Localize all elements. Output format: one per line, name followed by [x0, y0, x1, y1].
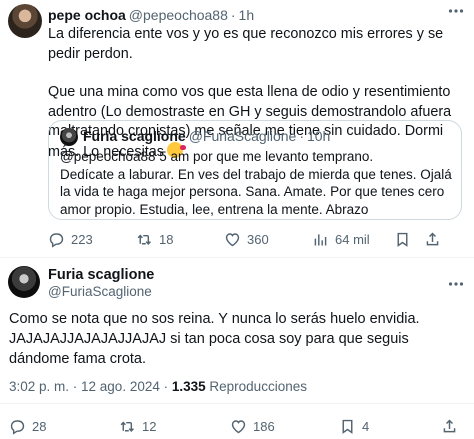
like-button[interactable]: 186: [230, 416, 275, 436]
author-handle[interactable]: @FuriaScaglione: [48, 284, 152, 299]
views-count: 64 mil: [335, 231, 370, 247]
retweet-count: 12: [142, 418, 157, 434]
heart-icon: [231, 419, 246, 433]
reply-button[interactable]: 223: [48, 229, 93, 249]
like-button[interactable]: 360: [224, 229, 269, 249]
bookmark-count: 4: [362, 418, 370, 434]
views-count: 1.335: [171, 379, 206, 394]
reply-icon: [10, 419, 25, 435]
views-label: Reproducciones: [205, 379, 307, 394]
views-chart-icon: [314, 233, 327, 245]
reply-icon: [49, 232, 64, 248]
retweet-icon: [120, 420, 134, 432]
retweet-button[interactable]: 18: [136, 229, 173, 249]
bookmark-icon: [397, 232, 408, 247]
retweet-button[interactable]: 12: [119, 416, 156, 436]
author-handle: @FuriaScaglione: [188, 128, 297, 144]
tweet-text: Como se nota que no sos reina. Y nunca l…: [9, 311, 420, 367]
reply-button[interactable]: 28: [9, 416, 46, 436]
share-icon: [443, 419, 456, 432]
avatar[interactable]: [8, 266, 40, 298]
share-button[interactable]: [424, 229, 441, 249]
retweet-count: 18: [159, 231, 174, 247]
bookmark-icon: [342, 419, 353, 434]
author-name: Furia scaglione: [83, 128, 186, 144]
quoted-text: @pepeochoa88 5 am por que me levanto tem…: [60, 149, 452, 217]
action-bar: 223 18 360 64 mil: [48, 229, 468, 249]
tweet-header: pepe ochoa @pepeochoa88 · 1h: [48, 7, 254, 23]
reply-count: 28: [32, 418, 47, 434]
share-icon: [426, 232, 439, 245]
more-options-icon[interactable]: [446, 274, 466, 294]
divider: [0, 403, 474, 404]
quoted-tweet[interactable]: Furia scaglione @FuriaScaglione · 10h @pepe…: [48, 120, 462, 220]
heart-icon: [225, 232, 240, 246]
bookmark-button[interactable]: [394, 229, 411, 249]
avatar: [60, 128, 78, 146]
action-bar: 28 12 186 4: [9, 416, 465, 436]
tweet-time: 10h: [306, 128, 331, 144]
like-count: 186: [253, 418, 275, 434]
divider: [0, 257, 474, 258]
tweet-timestamp[interactable]: 3:02 p. m. · 12 ago. 2024 ·: [9, 379, 172, 394]
more-options-icon[interactable]: [446, 1, 466, 21]
avatar[interactable]: [8, 4, 42, 38]
reply-count: 223: [71, 231, 93, 247]
author-name[interactable]: pepe ochoa: [48, 7, 126, 23]
share-button[interactable]: [441, 416, 458, 436]
tweet-metadata: 3:02 p. m. · 12 ago. 2024 · 1.335 Reprod…: [9, 379, 307, 394]
quoted-header: Furia scaglione @FuriaScaglione · 10h: [83, 128, 330, 144]
like-count: 360: [247, 231, 269, 247]
tweet-paragraph: La diferencia ente vos y yo es que recon…: [48, 26, 444, 62]
views-button[interactable]: 64 mil: [312, 229, 370, 249]
separator-dot: ·: [299, 128, 304, 144]
reply-tweet[interactable]: pepe ochoa @pepeochoa88 · 1h La diferencia …: [0, 0, 474, 258]
bookmark-button[interactable]: 4: [339, 416, 369, 436]
separator-dot: ·: [230, 7, 236, 23]
retweet-icon: [137, 233, 151, 245]
author-name[interactable]: Furia scaglione: [48, 267, 154, 283]
tweet-time[interactable]: 1h: [239, 7, 255, 23]
author-handle[interactable]: @pepeochoa88: [129, 7, 228, 23]
